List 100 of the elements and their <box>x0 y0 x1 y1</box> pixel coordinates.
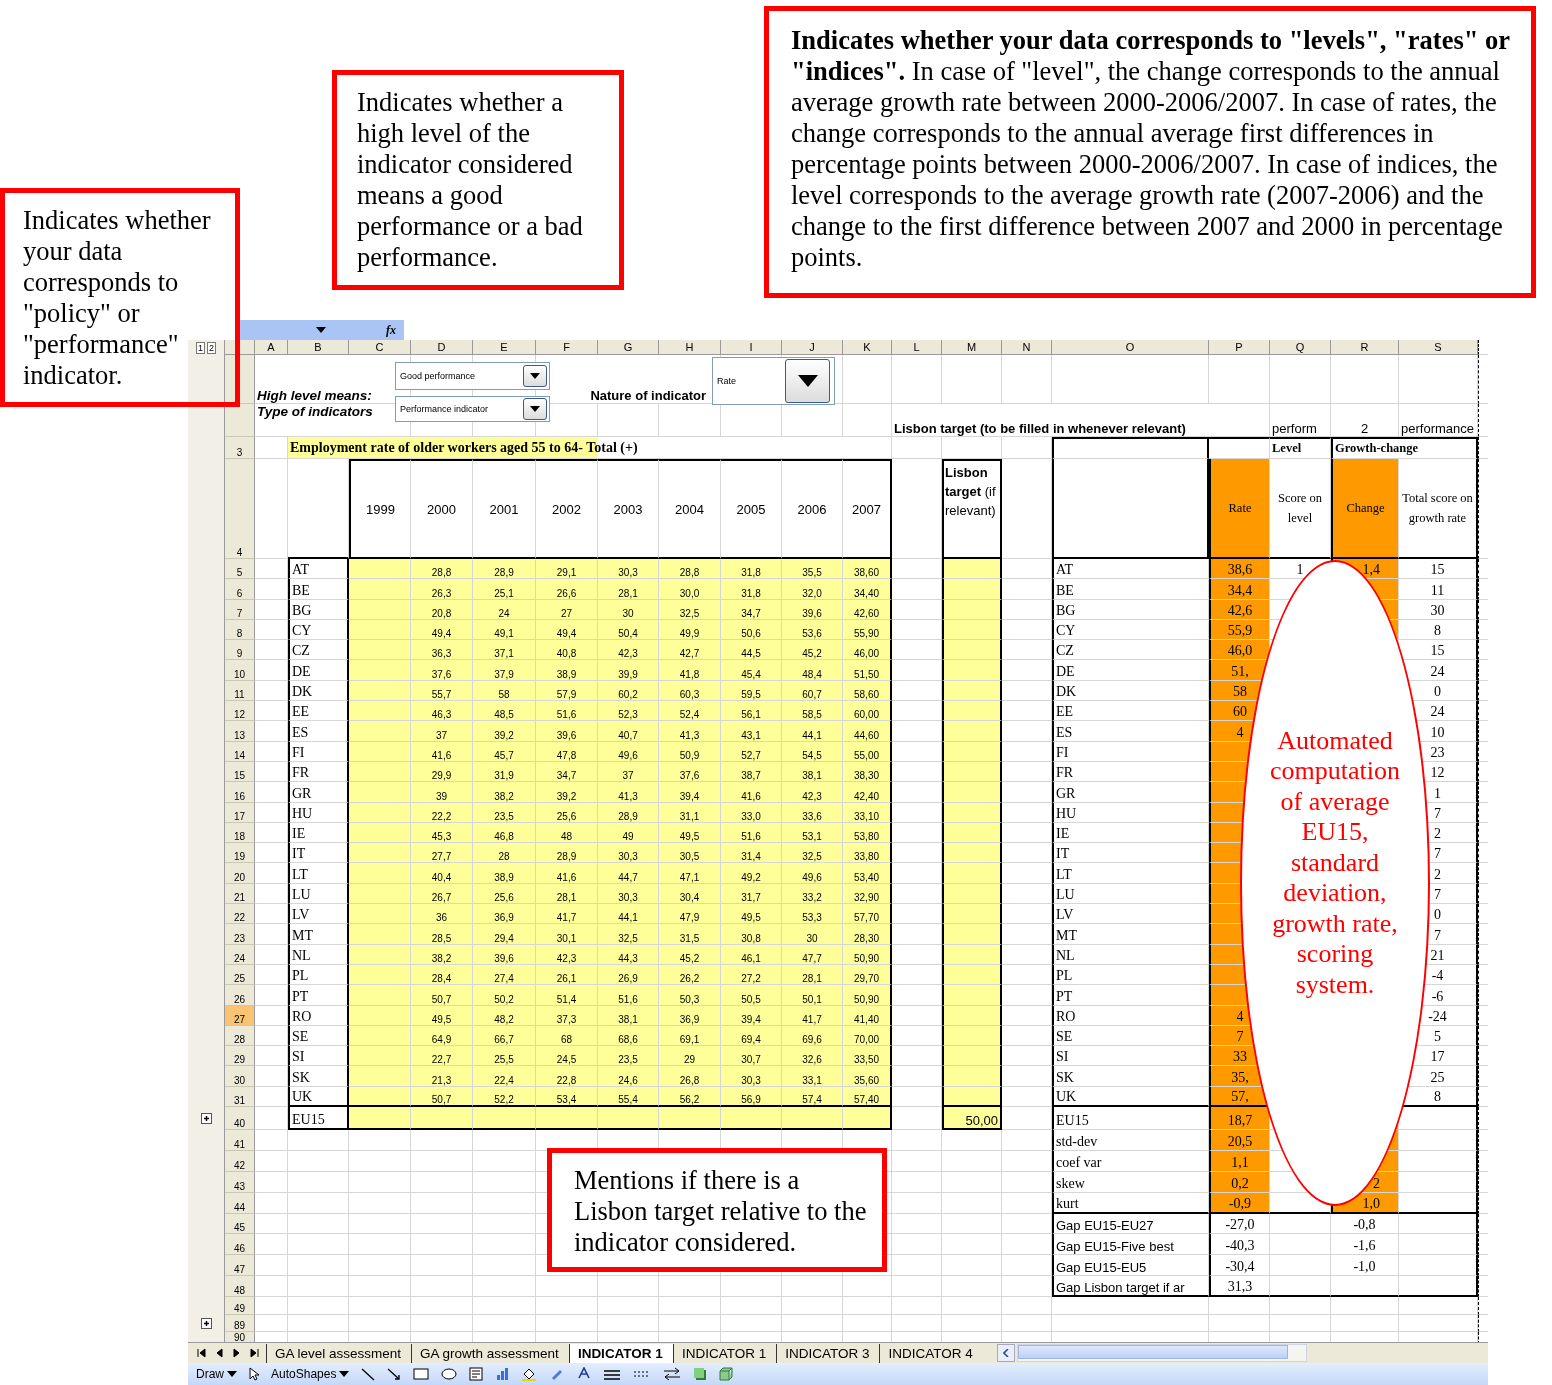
column-header[interactable]: C <box>349 340 411 355</box>
row-header[interactable]: 46 <box>225 1234 255 1256</box>
arrows-icon[interactable] <box>663 1367 682 1382</box>
row-header[interactable]: 20 <box>225 863 255 884</box>
sheet-tab[interactable]: GA level assessment <box>266 1343 412 1363</box>
column-header[interactable]: S <box>1399 340 1478 355</box>
row-header[interactable]: 7 <box>225 599 255 620</box>
row-header[interactable]: 45 <box>225 1213 255 1235</box>
row-header[interactable]: 9 <box>225 640 255 661</box>
row-header[interactable]: 42 <box>225 1150 255 1172</box>
column-header[interactable]: B <box>288 340 349 355</box>
cursor-icon[interactable] <box>249 1367 259 1382</box>
table-cell <box>255 640 288 661</box>
sheet-tab[interactable]: GA growth assessment <box>411 1343 569 1363</box>
row-header[interactable]: 26 <box>225 985 255 1006</box>
formula-bar[interactable]: fx <box>240 320 404 340</box>
column-header[interactable]: D <box>411 340 473 355</box>
row-header[interactable]: 12 <box>225 701 255 722</box>
oval-icon[interactable] <box>441 1367 458 1382</box>
column-header[interactable]: F <box>536 340 598 355</box>
column-header[interactable]: R <box>1331 340 1399 355</box>
column-header[interactable]: A <box>255 340 288 355</box>
row-header[interactable]: 41 <box>225 1130 255 1151</box>
column-header[interactable]: Q <box>1270 340 1331 355</box>
cube-icon[interactable] <box>719 1367 734 1382</box>
column-header[interactable]: P <box>1209 340 1270 355</box>
table-cell: 28,4 <box>411 964 473 986</box>
row-header[interactable]: 29 <box>225 1046 255 1067</box>
row-header[interactable]: 3 <box>225 437 255 459</box>
tab-scroll-icon[interactable] <box>214 1348 224 1359</box>
dropdown[interactable]: Good performance <box>395 362 550 390</box>
column-header[interactable]: I <box>721 340 782 355</box>
row-header[interactable]: 49 <box>225 1297 255 1316</box>
row-header[interactable]: 10 <box>225 660 255 681</box>
sheet-tab[interactable]: INDICATOR 4 <box>879 1343 983 1363</box>
column-header[interactable]: L <box>892 340 942 355</box>
row-header[interactable]: 31 <box>225 1086 255 1107</box>
shadow-icon[interactable] <box>693 1367 708 1382</box>
row-header[interactable] <box>225 404 255 437</box>
sheet-tab[interactable]: INDICATOR 3 <box>776 1343 880 1363</box>
chart-icon[interactable] <box>495 1367 510 1382</box>
sheet-tab[interactable]: INDICATOR 1 <box>672 1343 777 1363</box>
scroll-left-button[interactable] <box>996 1344 1015 1363</box>
autoshapes-menu[interactable]: AutoShapes <box>271 1367 350 1382</box>
line-icon[interactable] <box>361 1367 376 1382</box>
row-header[interactable]: 22 <box>225 904 255 925</box>
row-header[interactable]: 14 <box>225 741 255 762</box>
paint-bucket-icon[interactable] <box>521 1367 538 1382</box>
row-header[interactable]: 19 <box>225 843 255 864</box>
row-header[interactable]: 23 <box>225 924 255 945</box>
row-header[interactable]: 40 <box>225 1107 255 1130</box>
row-header[interactable]: 89 <box>225 1315 255 1333</box>
arrow-icon[interactable] <box>387 1367 402 1382</box>
table-cell <box>1478 701 1488 722</box>
row-header[interactable]: 18 <box>225 822 255 844</box>
dropdown[interactable]: Rate <box>712 357 835 405</box>
column-header[interactable]: M <box>942 340 1002 355</box>
table-cell <box>892 437 942 459</box>
line-style-icon[interactable] <box>603 1367 622 1382</box>
row-header[interactable]: 21 <box>225 883 255 905</box>
draw-menu[interactable]: Draw <box>196 1367 237 1382</box>
tab-scroll-icon[interactable] <box>232 1348 242 1359</box>
column-header[interactable]: J <box>782 340 843 355</box>
row-header[interactable]: 25 <box>225 964 255 986</box>
column-header[interactable]: N <box>1002 340 1052 355</box>
dropdown[interactable]: Performance indicator <box>395 396 550 422</box>
row-header[interactable]: 30 <box>225 1066 255 1087</box>
column-header[interactable]: H <box>659 340 721 355</box>
tab-scroll-icon[interactable] <box>196 1348 206 1359</box>
column-header[interactable]: K <box>843 340 892 355</box>
sheet-tab[interactable]: INDICATOR 1 <box>568 1343 673 1363</box>
row-header[interactable]: 15 <box>225 761 255 783</box>
row-header[interactable]: 8 <box>225 619 255 641</box>
row-header[interactable]: 4 <box>225 459 255 559</box>
row-header[interactable]: 28 <box>225 1025 255 1047</box>
column-header[interactable]: G <box>598 340 659 355</box>
row-header[interactable]: 48 <box>225 1276 255 1298</box>
expand-icon[interactable] <box>200 1318 212 1330</box>
row-header[interactable]: 44 <box>225 1192 255 1214</box>
row-header[interactable]: 17 <box>225 802 255 823</box>
row-header[interactable]: 16 <box>225 782 255 803</box>
row-header[interactable]: 5 <box>225 559 255 580</box>
row-header[interactable]: 43 <box>225 1171 255 1193</box>
table-cell <box>255 741 288 762</box>
column-header[interactable]: O <box>1052 340 1209 355</box>
text-box-icon[interactable] <box>469 1367 484 1382</box>
row-header[interactable]: 11 <box>225 680 255 702</box>
tab-scroll-icon[interactable] <box>250 1348 260 1359</box>
column-header[interactable]: E <box>473 340 536 355</box>
row-header[interactable]: 6 <box>225 579 255 600</box>
row-header[interactable]: 27 <box>225 1005 255 1026</box>
expand-icon[interactable] <box>200 1113 212 1124</box>
outline-level-button[interactable]: 1 <box>196 341 205 354</box>
row-header[interactable]: 47 <box>225 1255 255 1277</box>
rectangle-icon[interactable] <box>413 1367 430 1382</box>
row-header[interactable]: 13 <box>225 721 255 742</box>
row-header[interactable]: 24 <box>225 944 255 965</box>
table-cell: 43,1 <box>721 721 782 742</box>
horizontal-scrollbar[interactable] <box>1016 1344 1307 1363</box>
outline-level-button[interactable]: 2 <box>207 341 216 354</box>
